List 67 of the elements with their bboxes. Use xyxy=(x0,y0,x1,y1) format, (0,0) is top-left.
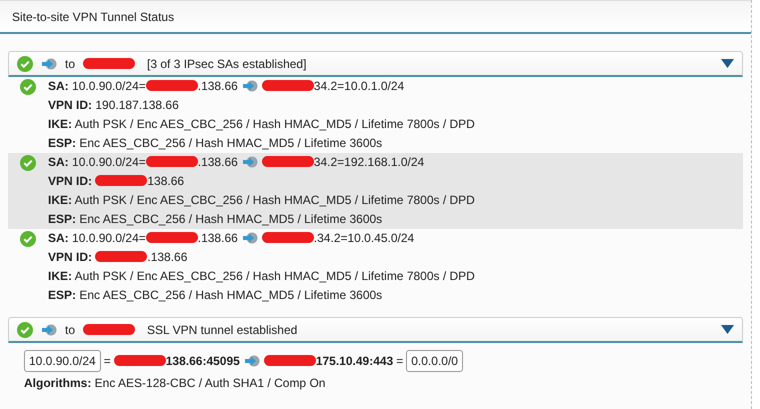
line-text: Enc AES_CBC_256 / Hash HMAC_MD5 / Lifetime 3600s xyxy=(79,136,382,150)
redaction-mark xyxy=(95,251,148,262)
field-label: VPN ID: xyxy=(48,98,92,112)
redaction-mark xyxy=(83,324,136,335)
line-text: 34.2=10.0.1.0/24 xyxy=(314,79,404,93)
line-text: Auth PSK / Enc AES_CBC_256 / Hash HMAC_MD5 / Lifetime 7800s / DPD xyxy=(74,117,475,131)
selected-sa-row[interactable]: SA: 10.0.90.0/24= .138.66 34.2=192.168.1.0/24 VPN ID: 138.66 IKE: Auth PSK / Enc AES_CBC_256 / Hash HMAC_MD5 / Lifetime 7800s / DPD ESP: Enc AES_CBC_256 / Hash HMAC_MD5 / Lifetime 3600s xyxy=(8,153,743,229)
panel-title: Site-to-site VPN Tunnel Status xyxy=(12,10,174,24)
field-label: SA: xyxy=(48,231,69,245)
redaction-mark xyxy=(146,80,198,91)
field-label: ESP: xyxy=(48,136,76,150)
line-text: .34.2=10.0.45.0/24 xyxy=(314,231,414,245)
address-text: 175.10.49:443 xyxy=(316,354,394,368)
redaction-mark xyxy=(95,175,148,186)
tunnel-name: to xyxy=(65,56,76,70)
field-label: ESP: xyxy=(48,288,76,302)
collapse-caret-icon[interactable] xyxy=(721,325,734,334)
field-label: VPN ID: xyxy=(48,250,92,264)
line-text: Enc AES_CBC_256 / Hash HMAC_MD5 / Lifetime 3600s xyxy=(79,288,382,302)
redaction-mark xyxy=(114,355,166,366)
line-text: Enc AES_CBC_256 / Hash HMAC_MD5 / Lifetime 3600s xyxy=(79,212,382,226)
field-label: VPN ID: xyxy=(48,174,92,188)
redaction-mark xyxy=(146,156,198,167)
line-text: 10.0.90.0/24= xyxy=(72,155,146,169)
line-text: .138.66 xyxy=(147,250,188,264)
line-text: .138.66 xyxy=(198,155,238,169)
redaction-mark xyxy=(262,232,314,243)
line-text: 34.2=192.168.1.0/24 xyxy=(314,155,424,169)
redaction-mark xyxy=(262,80,314,91)
line-text: = xyxy=(396,354,404,368)
field-label: IKE: xyxy=(48,117,72,131)
redaction-mark xyxy=(83,58,136,69)
line-text: 10.0.90.0/24= xyxy=(72,231,146,245)
algorithms-text: Algorithms: Enc AES-128-CBC / Auth SHA1 / Comp On xyxy=(23,375,326,392)
line-text: .138.66 xyxy=(198,231,238,245)
sa-row[interactable]: SA: 10.0.90.0/24= .138.66 34.2=10.0.1.0/24 VPN ID: 190.187.138.66 IKE: Auth PSK / Enc AES_CBC_256 / Hash HMAC_MD5 / Lifetime 7800s / DPD ESP: Enc AES_CBC_256 / Hash HMAC_MD5 / Lifetime 3600s xyxy=(8,77,743,153)
sa-row[interactable]: SA: 10.0.90.0/24= .138.66 .34.2=10.0.45.0/24 VPN ID: .138.66 IKE: Auth PSK / Enc AES_CBC_256 / Hash HMAC_MD5 / Lifetime 7800s / DPD ESP: Enc AES_CBC_256 / Hash HMAC_MD5 / Lifetime 3600s xyxy=(8,229,743,305)
connection-arrow-icon xyxy=(41,58,57,70)
tunnel-summary: [3 of 3 IPsec SAs established] xyxy=(147,56,306,70)
line-text: 10.0.90.0/24= xyxy=(72,79,146,93)
redaction-mark xyxy=(262,156,314,167)
address-text: 138.66:45095 xyxy=(166,354,240,368)
connection-arrow-icon xyxy=(41,324,57,336)
network-field: 0.0.0.0/0 xyxy=(406,350,463,372)
line-text: .138.66 xyxy=(198,79,238,93)
field-label: IKE: xyxy=(48,269,72,283)
line-text: 190.187.138.66 xyxy=(95,98,179,112)
field-label: SA: xyxy=(48,79,69,93)
network-field: 10.0.90.0/24 xyxy=(24,350,101,372)
field-label: SA: xyxy=(48,155,69,169)
redaction-mark xyxy=(264,355,316,366)
redaction-mark xyxy=(146,232,198,243)
tunnel-summary: SSL VPN tunnel established xyxy=(147,322,298,336)
tunnel-name: to xyxy=(65,322,76,336)
line-text: = xyxy=(104,354,111,368)
line-text: Auth PSK / Enc AES_CBC_256 / Hash HMAC_MD5 / Lifetime 7800s / DPD xyxy=(74,269,475,283)
connection-arrow-icon xyxy=(244,355,260,367)
field-label: IKE: xyxy=(48,193,72,207)
connection-arrow-icon xyxy=(242,156,258,168)
tunnel-header[interactable]: to SSL VPN tunnel established xyxy=(8,317,743,343)
connection-arrow-icon xyxy=(242,80,258,92)
connection-arrow-icon xyxy=(242,232,258,244)
line-text: 138.66 xyxy=(147,174,184,188)
line-text: Auth PSK / Enc AES_CBC_256 / Hash HMAC_MD5 / Lifetime 7800s / DPD xyxy=(74,193,475,207)
field-label: ESP: xyxy=(48,212,76,226)
tunnel-header[interactable]: to [3 of 3 IPsec SAs established] xyxy=(8,51,743,77)
collapse-caret-icon[interactable] xyxy=(721,59,734,68)
